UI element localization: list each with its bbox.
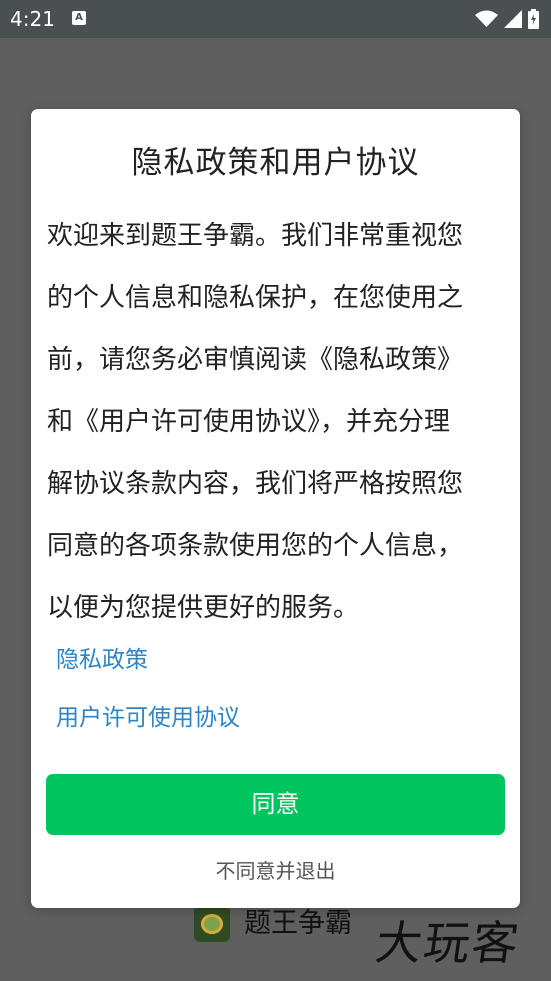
dialog-title: 隐私政策和用户协议	[131, 145, 420, 181]
app-brand: 题王争霸	[194, 906, 352, 942]
signal-icon	[504, 10, 522, 28]
dialog-body-line: 解协议条款内容，我们将严格按照您	[47, 469, 464, 499]
dialog-body-line: 和《用户许可使用协议》，并充分理	[47, 407, 451, 437]
notification-a-icon-glyph: A	[75, 12, 83, 23]
status-bar: 4:21 A	[0, 0, 551, 38]
user-license-agreement-link[interactable]: 用户许可使用协议	[56, 703, 240, 733]
dialog-body-line: 以便为您提供更好的服务。	[47, 593, 360, 623]
privacy-policy-link[interactable]: 隐私政策	[56, 645, 148, 675]
dialog-body: 欢迎来到题王争霸。我们非常重视您 的个人信息和隐私保护，在您使用之 前，请您务必…	[47, 205, 497, 639]
dialog-body-line: 的个人信息和隐私保护，在您使用之	[47, 283, 464, 313]
notification-a-icon: A	[72, 11, 86, 25]
wifi-icon	[475, 10, 498, 27]
dialog-body-line: 前，请您务必审慎阅读《隐私政策》	[47, 345, 464, 375]
dialog-body-line: 同意的各项条款使用您的个人信息，	[47, 531, 464, 561]
status-time: 4:21	[10, 7, 55, 31]
app-logo-icon	[194, 906, 230, 942]
disagree-exit-button[interactable]: 不同意并退出	[31, 856, 520, 886]
dialog-body-line: 欢迎来到题王争霸。我们非常重视您	[47, 221, 464, 251]
status-icons	[475, 8, 539, 30]
watermark: 大玩客	[372, 916, 524, 970]
battery-icon	[528, 9, 539, 29]
agree-button[interactable]: 同意	[46, 774, 505, 835]
privacy-dialog: 隐私政策和用户协议 欢迎来到题王争霸。我们非常重视您 的个人信息和隐私保护，在您…	[31, 109, 520, 908]
app-name: 题王争霸	[244, 908, 352, 939]
